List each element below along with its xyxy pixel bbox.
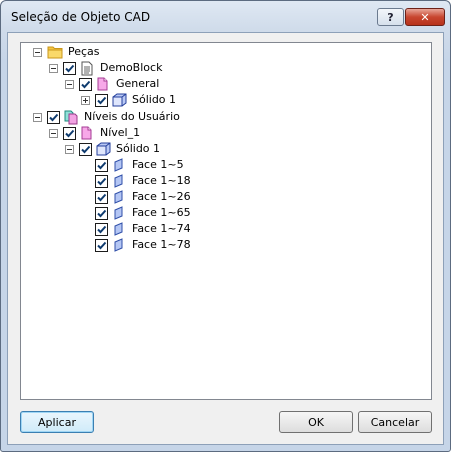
close-button[interactable]: ✕ — [405, 8, 445, 26]
collapse-icon[interactable] — [65, 79, 74, 89]
ok-button[interactable]: OK — [279, 411, 353, 433]
tree-node-general[interactable]: General — [65, 76, 159, 92]
tree-node-label: Face 1~26 — [132, 190, 191, 203]
tree-node-label: Peças — [68, 45, 100, 58]
face-icon — [111, 173, 127, 189]
dialog-window: Seleção de Objeto CAD ? ✕ Peças DemoBloc… — [0, 0, 451, 452]
tree-node-solido-1[interactable]: Sólido 1 — [81, 92, 176, 108]
tree-node-label: Face 1~78 — [132, 238, 191, 251]
pink-page-icon — [95, 76, 111, 92]
checkbox[interactable] — [95, 158, 108, 172]
tree-node-face[interactable]: Face 1~65 — [95, 205, 191, 221]
collapse-icon[interactable] — [33, 112, 42, 122]
layers-icon — [63, 109, 79, 125]
object-tree[interactable]: Peças DemoBlock General Sólido 1 Níveis … — [20, 42, 432, 400]
checkbox[interactable] — [79, 142, 92, 156]
checkbox[interactable] — [95, 174, 108, 188]
tree-node-face[interactable]: Face 1~26 — [95, 189, 191, 205]
solid-cube-icon — [95, 141, 111, 157]
window-title: Seleção de Objeto CAD — [11, 10, 151, 24]
dialog-client-area: Peças DemoBlock General Sólido 1 Níveis … — [7, 32, 444, 445]
tree-node-solido-1-expanded[interactable]: Sólido 1 — [65, 141, 160, 157]
tree-node-label: Sólido 1 — [116, 142, 161, 155]
tree-node-label: Nível_1 — [100, 126, 141, 139]
collapse-icon[interactable] — [49, 63, 58, 73]
tree-node-demoblock[interactable]: DemoBlock — [49, 60, 162, 76]
tree-node-pecas[interactable]: Peças — [33, 44, 100, 60]
tree-node-face[interactable]: Face 1~74 — [95, 221, 191, 237]
checkbox[interactable] — [95, 238, 108, 252]
face-icon — [111, 205, 127, 221]
help-button[interactable]: ? — [377, 8, 404, 26]
solid-cube-icon — [111, 92, 127, 108]
cancel-button[interactable]: Cancelar — [358, 411, 432, 433]
help-icon: ? — [387, 10, 394, 24]
tree-node-label: Face 1~74 — [132, 222, 191, 235]
checkbox[interactable] — [95, 206, 108, 220]
checkbox[interactable] — [95, 93, 108, 107]
tree-node-label: Face 1~18 — [132, 174, 191, 187]
face-icon — [111, 221, 127, 237]
checkbox[interactable] — [95, 222, 108, 236]
collapse-icon[interactable] — [49, 128, 58, 138]
checkbox[interactable] — [63, 126, 76, 140]
face-icon — [111, 189, 127, 205]
tree-node-label: General — [116, 77, 160, 90]
folder-icon — [47, 44, 63, 60]
document-icon — [79, 60, 95, 76]
title-bar[interactable]: Seleção de Objeto CAD ? ✕ — [1, 1, 450, 33]
face-icon — [111, 237, 127, 253]
expand-icon[interactable] — [81, 95, 90, 105]
apply-button[interactable]: Aplicar — [20, 411, 94, 433]
tree-node-face[interactable]: Face 1~5 — [95, 157, 184, 173]
tree-node-label: DemoBlock — [100, 61, 163, 74]
tree-node-face[interactable]: Face 1~78 — [95, 237, 191, 253]
collapse-icon[interactable] — [65, 144, 74, 154]
tree-node-nivel-1[interactable]: Nível_1 — [49, 125, 140, 141]
checkbox[interactable] — [79, 77, 92, 91]
close-icon: ✕ — [420, 10, 430, 24]
collapse-icon[interactable] — [33, 47, 42, 57]
checkbox[interactable] — [63, 61, 76, 75]
tree-node-label: Face 1~65 — [132, 206, 191, 219]
tree-node-label: Face 1~5 — [132, 158, 184, 171]
face-icon — [111, 157, 127, 173]
checkbox[interactable] — [95, 190, 108, 204]
tree-node-label: Sólido 1 — [132, 93, 177, 106]
tree-node-niveis-do-usuario[interactable]: Níveis do Usuário — [33, 109, 180, 125]
checkbox[interactable] — [47, 110, 60, 124]
tree-node-face[interactable]: Face 1~18 — [95, 173, 191, 189]
tree-node-label: Níveis do Usuário — [84, 110, 180, 123]
pink-page-icon — [79, 125, 95, 141]
